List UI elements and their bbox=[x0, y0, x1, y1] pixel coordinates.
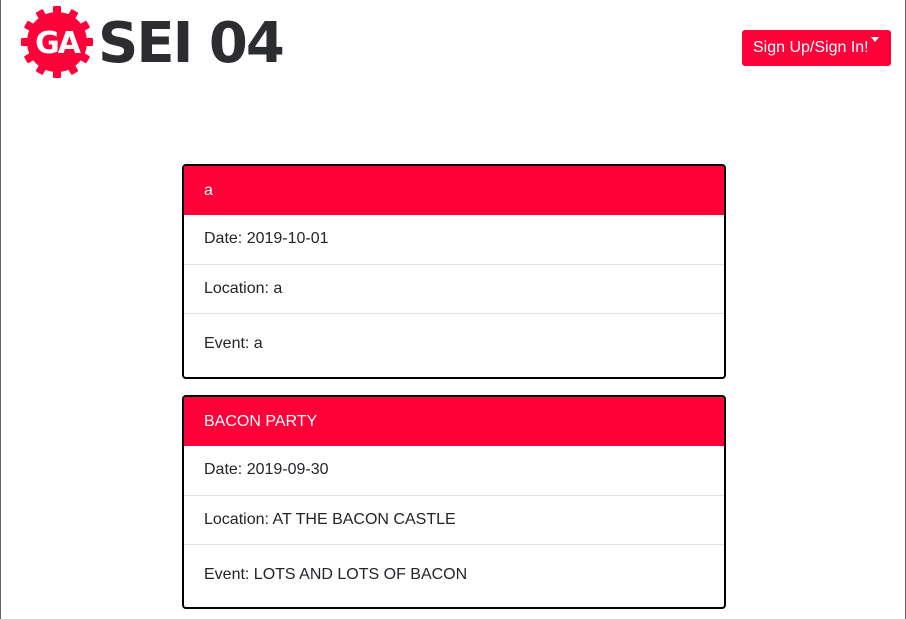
event-card: a Date: 2019-10-01 Location: a Event: a bbox=[182, 164, 726, 379]
sign-up-sign-in-dropdown-button[interactable]: Sign Up/Sign In! bbox=[742, 30, 891, 66]
event-description: Event: LOTS AND LOTS OF BACON bbox=[184, 544, 724, 607]
event-date: Date: 2019-10-01 bbox=[204, 230, 329, 247]
event-location: Location: AT THE BACON CASTLE bbox=[184, 495, 724, 544]
ga-logo-icon[interactable]: GA bbox=[20, 5, 94, 79]
site-header: GA SEI 04 Sign Up/Sign In! bbox=[1, 0, 906, 90]
logo-text: GA bbox=[35, 26, 82, 61]
event-card-title: a bbox=[184, 166, 724, 215]
caret-down-icon bbox=[871, 37, 879, 42]
event-date: Date: 2019-09-30 bbox=[204, 461, 329, 478]
auth-button-label: Sign Up/Sign In! bbox=[753, 39, 869, 56]
event-card-title: BACON PARTY bbox=[184, 397, 724, 446]
brand-title[interactable]: SEI 04 bbox=[98, 8, 285, 80]
event-location: Location: a bbox=[184, 264, 724, 313]
event-description: Event: a bbox=[184, 313, 724, 377]
event-card: BACON PARTY Date: 2019-09-30 Location: A… bbox=[182, 395, 726, 609]
